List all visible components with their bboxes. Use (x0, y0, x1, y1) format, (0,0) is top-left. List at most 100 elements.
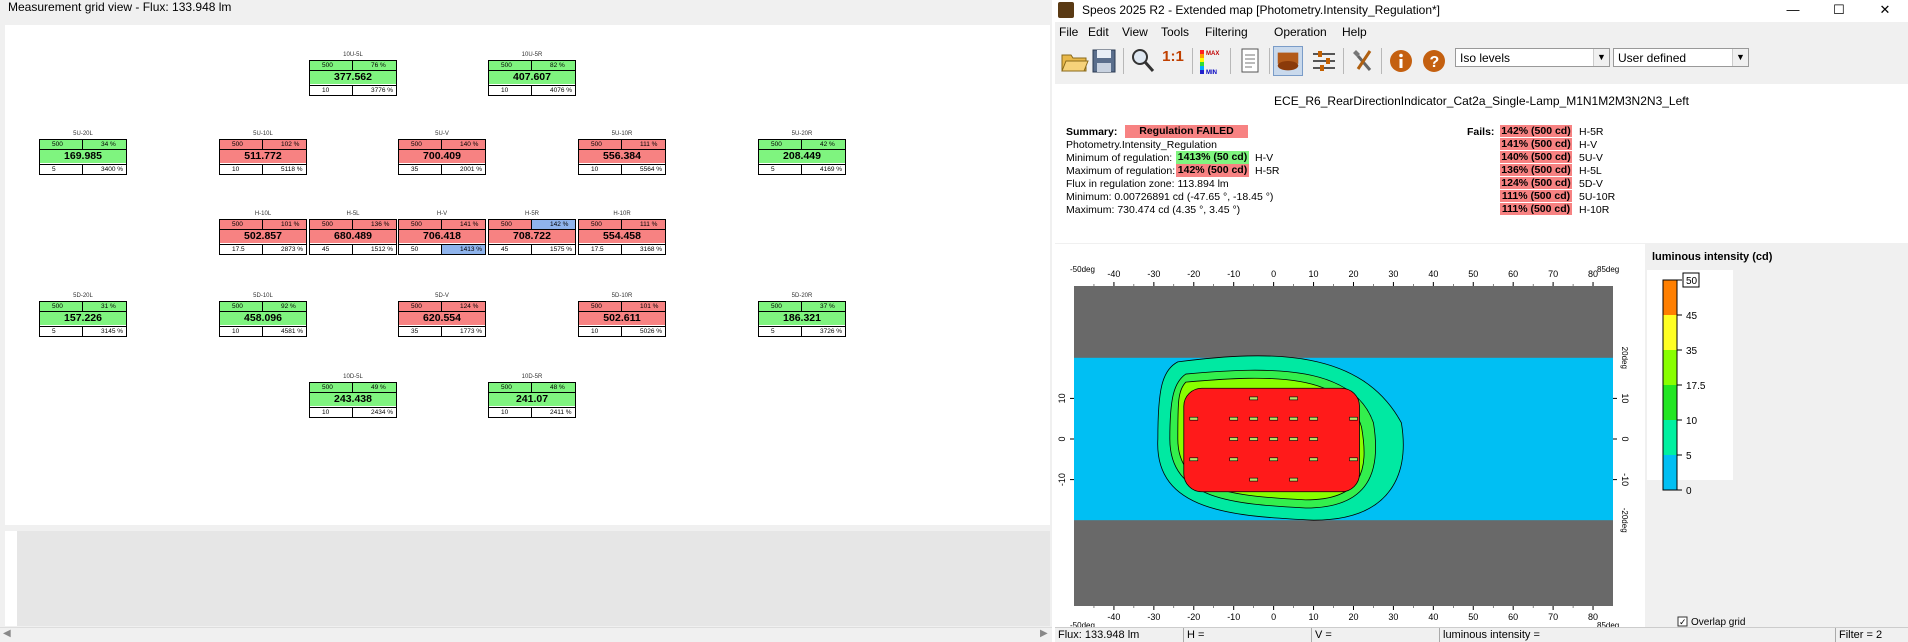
settings-icon[interactable] (1309, 46, 1339, 76)
info-icon[interactable] (1386, 46, 1416, 76)
cell-zone-requirement: 17.5 (220, 245, 263, 254)
measurement-point-marker (1309, 437, 1318, 441)
save-icon[interactable] (1089, 46, 1119, 76)
chevron-down-icon[interactable]: ▼ (1593, 49, 1609, 66)
cell-min-requirement: 500 (399, 220, 442, 229)
legend-color-band (1663, 455, 1677, 490)
x-tick-label-top: 20 (1348, 269, 1358, 279)
measurement-point-marker (1289, 477, 1298, 482)
grid-window-title: Measurement grid view - Flux: 133.948 lm (8, 0, 232, 14)
menu-file[interactable]: File (1059, 25, 1078, 39)
grid-cell[interactable]: 5D-10L 500 92 % 458.096 10 4581 % (219, 293, 307, 337)
cell-box: 500 31 % 157.226 5 3145 % (39, 301, 127, 337)
menu-operation[interactable]: Operation (1274, 25, 1327, 39)
zoom-icon[interactable] (1128, 46, 1158, 76)
surface-view-icon[interactable] (1273, 46, 1303, 76)
y-min-label: -20deg (1620, 508, 1629, 533)
zoom-1to1-icon[interactable]: 1:1 (1158, 46, 1188, 76)
cell-box: 500 101 % 502.857 17.5 2873 % (219, 219, 307, 255)
fail-value: 111% (500 cd) (1500, 190, 1572, 202)
fail-value: 140% (500 cd) (1500, 151, 1572, 163)
cell-top-row: 500 48 % (489, 383, 575, 393)
grid-cell[interactable]: H-V 500 141 % 706.418 50 1413 % (398, 211, 486, 255)
scroll-left-icon[interactable]: ◀ (3, 628, 11, 639)
status-intensity: luminous intensity = (1439, 628, 1693, 642)
fail-point: 5D-V (1579, 178, 1603, 190)
grid-cell[interactable]: 5D-V 500 124 % 620.554 35 1773 % (398, 293, 486, 337)
cell-box: 500 102 % 511.772 10 5118 % (219, 139, 307, 175)
open-folder-icon[interactable] (1059, 46, 1089, 76)
cell-label: 5D-V (435, 293, 449, 299)
scroll-right-icon[interactable]: ▶ (1040, 628, 1048, 639)
legend-color-band (1663, 315, 1677, 350)
grid-cell[interactable]: H-10L 500 101 % 502.857 17.5 2873 % (219, 211, 307, 255)
grid-cell[interactable]: 10D-5R 500 48 % 241.07 10 2411 % (488, 374, 576, 418)
cell-bottom-row: 10 3776 % (310, 85, 396, 95)
grid-cell[interactable]: 10U-5L 500 76 % 377.562 10 3776 % (309, 52, 397, 96)
cell-bottom-row: 50 1413 % (399, 244, 485, 254)
horizontal-scrollbar[interactable]: ◀ ▶ (0, 627, 1052, 642)
grid-cell[interactable]: H-10R 500 111 % 554.458 17.5 3168 % (578, 211, 666, 255)
grid-cell[interactable]: 5D-10R 500 101 % 502.611 10 5026 % (578, 293, 666, 337)
grid-cell[interactable]: 5D-20L 500 31 % 157.226 5 3145 % (39, 293, 127, 337)
display-mode-select[interactable]: Iso levels ▼ (1455, 48, 1610, 67)
cell-min-percent: 1575 % (550, 246, 573, 253)
cell-min-requirement: 500 (310, 61, 353, 70)
grid-cell[interactable]: 10U-5R 500 82 % 407.607 10 4076 % (488, 52, 576, 96)
cell-bottom-row: 10 2434 % (310, 407, 396, 417)
cell-value: 186.321 (759, 312, 845, 325)
cell-min-requirement: 500 (579, 220, 622, 229)
menu-view[interactable]: View (1122, 25, 1148, 39)
cell-min-percent: 2873 % (281, 246, 304, 253)
cell-min-requirement: 500 (40, 140, 83, 149)
tools-icon[interactable] (1348, 46, 1378, 76)
grid-cell[interactable]: 5U-20L 500 34 % 169.985 5 3400 % (39, 131, 127, 175)
grid-cell[interactable]: 10D-5L 500 49 % 243.438 10 2434 % (309, 374, 397, 418)
grid-cell[interactable]: 5U-V 500 140 % 700.409 35 2001 % (398, 131, 486, 175)
cell-bottom-row: 10 5564 % (579, 164, 665, 174)
minimize-button[interactable]: — (1770, 0, 1816, 22)
cell-max-percent: 124 % (460, 303, 479, 310)
menu-filtering[interactable]: Filtering (1205, 25, 1248, 39)
x-tick-label-top: 0 (1271, 269, 1276, 279)
cell-min-requirement: 500 (579, 302, 622, 311)
grid-cell[interactable]: 5U-10R 500 111 % 556.384 10 5564 % (578, 131, 666, 175)
grid-cell[interactable]: H-5L 500 136 % 680.489 45 1512 % (309, 211, 397, 255)
close-button[interactable]: ✕ (1862, 0, 1908, 22)
cell-label: H-5R (524, 211, 539, 217)
grid-cell[interactable]: 5U-10L 500 102 % 511.772 10 5118 % (219, 131, 307, 175)
cell-zone-requirement: 5 (759, 327, 802, 336)
menu-edit[interactable]: Edit (1088, 25, 1109, 39)
y-tick-label-left: 0 (1057, 436, 1067, 441)
cell-value: 680.489 (310, 230, 396, 243)
intensity-map-panel[interactable]: -40 -40 -30 -30 -20 -20 -10 -10 0 0 10 10 20 20 30 30 40… (1055, 244, 1645, 630)
measurement-point-marker (1189, 416, 1199, 421)
menu-help[interactable]: Help (1342, 25, 1367, 39)
maximize-button[interactable]: ☐ (1816, 0, 1862, 22)
intensity-map[interactable]: -40 -40 -30 -30 -20 -20 -10 -10 0 0 10 10 20 20 30 30 40… (1055, 244, 1645, 630)
cell-min-requirement: 500 (310, 220, 353, 229)
grid-cell[interactable]: H-5R 500 142 % 708.722 45 1575 % (488, 211, 576, 255)
y-tick-label-right: 0 (1620, 436, 1630, 441)
y-tick-label-left: -10 (1057, 473, 1067, 486)
scale-mode-select[interactable]: User defined ▼ (1613, 48, 1749, 67)
color-scale-icon[interactable]: MAX MIN (1197, 46, 1227, 76)
cell-min-requirement: 500 (220, 302, 263, 311)
cell-max-percent: 76 % (371, 62, 386, 69)
grid-empty-strip (5, 531, 17, 626)
cell-value: 377.562 (310, 71, 396, 84)
cell-value: 511.772 (220, 150, 306, 163)
grid-cell[interactable]: 5U-20R 500 42 % 208.449 5 4169 % (758, 131, 846, 175)
chevron-down-icon[interactable]: ▼ (1732, 49, 1748, 66)
report-icon[interactable] (1235, 46, 1265, 76)
measurement-point-marker (1269, 457, 1278, 462)
help-icon[interactable]: ? (1419, 46, 1449, 76)
legend-color-band (1663, 385, 1677, 420)
cell-zone-requirement: 10 (220, 327, 263, 336)
cell-zone-requirement: 50 (399, 245, 442, 254)
cell-label: 5D-10R (611, 293, 633, 299)
cell-top-row: 500 76 % (310, 61, 396, 71)
grid-cell[interactable]: 5D-20R 500 37 % 186.321 5 3726 % (758, 293, 846, 337)
cell-box: 500 142 % 708.722 45 1575 % (488, 219, 576, 255)
menu-tools[interactable]: Tools (1161, 25, 1189, 39)
